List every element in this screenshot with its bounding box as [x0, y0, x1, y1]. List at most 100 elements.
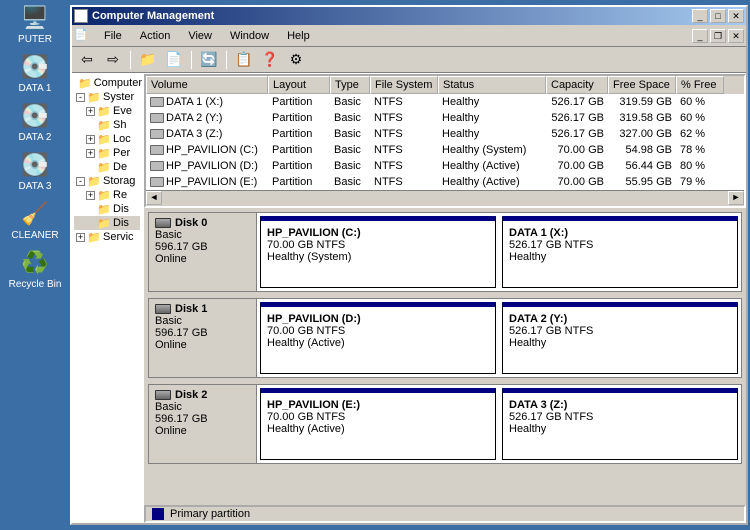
volume-row[interactable]: DATA 2 (Y:) Partition Basic NTFS Healthy…: [146, 110, 744, 126]
volume-type: Basic: [330, 143, 370, 157]
partition[interactable]: HP_PAVILION (E:) 70.00 GB NTFS Healthy (…: [260, 388, 496, 460]
disk-icon: [155, 304, 171, 314]
menu-help[interactable]: Help: [279, 28, 318, 44]
partition[interactable]: DATA 2 (Y:) 526.17 GB NTFS Healthy: [502, 302, 738, 374]
export-icon[interactable]: 📋: [233, 50, 255, 70]
help-icon[interactable]: ❓: [259, 50, 281, 70]
tree-node[interactable]: 📁Dis: [74, 202, 140, 216]
titlebar[interactable]: ⊞ Computer Management _ □ ✕: [72, 7, 746, 25]
refresh-icon[interactable]: 🔄: [198, 50, 220, 70]
volume-row[interactable]: DATA 1 (X:) Partition Basic NTFS Healthy…: [146, 94, 744, 110]
tree-label: Loc: [113, 133, 131, 145]
volume-icon: [150, 97, 164, 107]
column-header-layout[interactable]: Layout: [268, 76, 330, 94]
tree-label: Dis: [113, 217, 129, 229]
menu-view[interactable]: View: [180, 28, 220, 44]
column-header-volume[interactable]: Volume: [146, 76, 268, 94]
scroll-left-button[interactable]: ◄: [146, 191, 162, 205]
tree-node[interactable]: 📁De: [74, 160, 140, 174]
menu-action[interactable]: Action: [132, 28, 179, 44]
disk-info: Disk 1 Basic 596.17 GB Online: [149, 299, 257, 377]
tree-node[interactable]: 📁Dis: [74, 216, 140, 230]
child-close-button[interactable]: ✕: [728, 29, 744, 43]
tree-node[interactable]: -📁Syster: [74, 90, 140, 104]
horizontal-scrollbar[interactable]: ◄ ►: [146, 190, 744, 206]
partition[interactable]: DATA 1 (X:) 526.17 GB NTFS Healthy: [502, 216, 738, 288]
tree-expand-icon[interactable]: +: [86, 135, 95, 144]
child-minimize-button[interactable]: _: [692, 29, 708, 43]
volume-name: HP_PAVILION (E:): [166, 176, 257, 188]
child-restore-button[interactable]: ❐: [710, 29, 726, 43]
tree-pane[interactable]: 📁Computer-📁Syster+📁Eve📁Sh+📁Loc+📁Per📁De-📁…: [72, 74, 144, 523]
column-header-free-space[interactable]: Free Space: [608, 76, 676, 94]
volume-list[interactable]: VolumeLayoutTypeFile SystemStatusCapacit…: [144, 74, 746, 208]
volume-row[interactable]: HP_PAVILION (D:) Partition Basic NTFS He…: [146, 158, 744, 174]
desktop-icon-drive[interactable]: 💽DATA 1: [19, 53, 52, 94]
volume-row[interactable]: HP_PAVILION (C:) Partition Basic NTFS He…: [146, 142, 744, 158]
disk-row[interactable]: Disk 2 Basic 596.17 GB Online HP_PAVILIO…: [148, 384, 742, 464]
volume-type: Basic: [330, 95, 370, 109]
tree-expand-icon[interactable]: -: [76, 177, 85, 186]
tree-node[interactable]: +📁Servic: [74, 230, 140, 244]
minimize-button[interactable]: _: [692, 9, 708, 23]
tree-node[interactable]: +📁Per: [74, 146, 140, 160]
tree-node[interactable]: +📁Re: [74, 188, 140, 202]
close-button[interactable]: ✕: [728, 9, 744, 23]
column-header-capacity[interactable]: Capacity: [546, 76, 608, 94]
desktop-icon-drive[interactable]: 💽DATA 3: [19, 151, 52, 192]
column-header-file-system[interactable]: File System: [370, 76, 438, 94]
desktop-icon-cleaner[interactable]: 🧹CLEANER: [11, 200, 58, 241]
partition-name: DATA 3 (Z:): [509, 399, 731, 411]
desktop-icon-computer[interactable]: 🖥️PUTER: [18, 4, 52, 45]
tree-node[interactable]: +📁Loc: [74, 132, 140, 146]
volume-row[interactable]: HP_PAVILION (E:) Partition Basic NTFS He…: [146, 174, 744, 190]
disk-row[interactable]: Disk 1 Basic 596.17 GB Online HP_PAVILIO…: [148, 298, 742, 378]
volume-type: Basic: [330, 175, 370, 189]
tree-item-icon: 📁: [97, 133, 111, 145]
column-header-status[interactable]: Status: [438, 76, 546, 94]
partition-status: Healthy (Active): [267, 423, 489, 435]
volume-row[interactable]: DATA 3 (Z:) Partition Basic NTFS Healthy…: [146, 126, 744, 142]
back-icon[interactable]: ⇦: [76, 50, 98, 70]
partition[interactable]: HP_PAVILION (D:) 70.00 GB NTFS Healthy (…: [260, 302, 496, 374]
volume-capacity: 70.00 GB: [546, 143, 608, 157]
tree-node[interactable]: -📁Storag: [74, 174, 140, 188]
tree-expand-icon[interactable]: +: [86, 191, 95, 200]
volume-status: Healthy (Active): [438, 175, 546, 189]
tree-expand-icon[interactable]: +: [76, 233, 85, 242]
volume-type: Basic: [330, 127, 370, 141]
volume-pct: 79 %: [676, 175, 724, 189]
tree-node[interactable]: 📁Computer: [74, 76, 140, 90]
tree-node[interactable]: +📁Eve: [74, 104, 140, 118]
disk-title: Disk 2: [175, 389, 207, 401]
forward-icon[interactable]: ⇨: [102, 50, 124, 70]
column-header-%-free[interactable]: % Free: [676, 76, 724, 94]
tree-node[interactable]: 📁Sh: [74, 118, 140, 132]
maximize-button[interactable]: □: [710, 9, 726, 23]
app-icon: ⊞: [74, 9, 88, 23]
disk-row[interactable]: Disk 0 Basic 596.17 GB Online HP_PAVILIO…: [148, 212, 742, 292]
tree-expand-icon[interactable]: +: [86, 149, 95, 158]
volume-fs: NTFS: [370, 175, 438, 189]
properties-icon[interactable]: 📄: [163, 50, 185, 70]
tree-expand-icon[interactable]: -: [76, 93, 85, 102]
desktop-icon-recycle[interactable]: ♻️Recycle Bin: [9, 249, 62, 290]
settings-icon[interactable]: ⚙: [285, 50, 307, 70]
scroll-right-button[interactable]: ►: [728, 191, 744, 205]
column-header-type[interactable]: Type: [330, 76, 370, 94]
partition-status: Healthy: [509, 423, 731, 435]
desktop-icon-drive[interactable]: 💽DATA 2: [19, 102, 52, 143]
tree-label: Servic: [103, 231, 134, 243]
partition[interactable]: HP_PAVILION (C:) 70.00 GB NTFS Healthy (…: [260, 216, 496, 288]
tree-expand-icon[interactable]: +: [86, 107, 95, 116]
partition[interactable]: DATA 3 (Z:) 526.17 GB NTFS Healthy: [502, 388, 738, 460]
volume-capacity: 526.17 GB: [546, 111, 608, 125]
menubar: 📄 FileActionViewWindowHelp _ ❐ ✕: [72, 25, 746, 47]
disk-type: Basic: [155, 401, 250, 413]
menu-window[interactable]: Window: [222, 28, 277, 44]
up-folder-icon[interactable]: 📁: [137, 50, 159, 70]
document-icon: 📄: [74, 28, 90, 44]
disk-graphical-view[interactable]: Disk 0 Basic 596.17 GB Online HP_PAVILIO…: [144, 208, 746, 505]
menu-file[interactable]: File: [96, 28, 130, 44]
disk-title: Disk 1: [175, 303, 207, 315]
